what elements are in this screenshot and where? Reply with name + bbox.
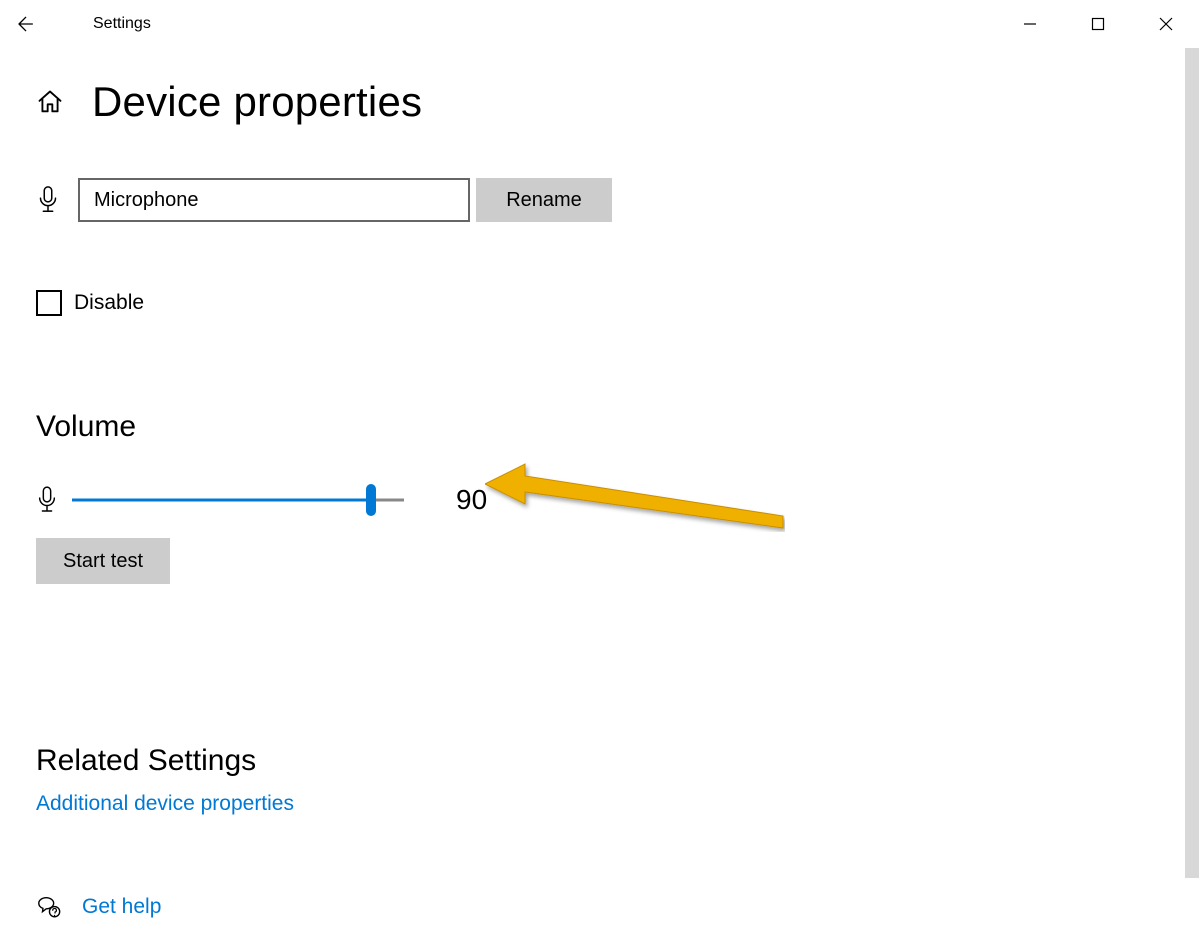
disable-checkbox[interactable] (36, 290, 62, 316)
page-title: Device properties (92, 78, 422, 126)
additional-device-properties-link[interactable]: Additional device properties (36, 792, 294, 816)
maximize-icon (1091, 17, 1105, 31)
close-button[interactable] (1132, 0, 1200, 48)
slider-thumb[interactable] (366, 484, 376, 516)
get-help-row: Get help (36, 894, 1200, 920)
maximize-button[interactable] (1064, 0, 1132, 48)
home-button[interactable] (36, 88, 64, 116)
device-name-row: Rename (36, 178, 1200, 222)
minimize-icon (1023, 17, 1037, 31)
volume-heading: Volume (36, 410, 1200, 444)
vertical-scrollbar[interactable] (1185, 48, 1199, 878)
slider-fill (72, 499, 371, 502)
device-name-input[interactable] (78, 178, 470, 222)
window-title: Settings (93, 15, 151, 33)
volume-row: 90 (36, 484, 1200, 516)
chat-help-icon (36, 894, 62, 920)
window-controls (996, 0, 1200, 48)
volume-value: 90 (456, 484, 487, 516)
content-area: Rename Disable Volume 90 Start test Rela… (36, 178, 1200, 933)
page-header: Device properties (36, 78, 1200, 126)
minimize-button[interactable] (996, 0, 1064, 48)
back-button[interactable] (0, 0, 48, 48)
microphone-icon (36, 185, 60, 215)
get-help-link[interactable]: Get help (82, 895, 161, 919)
related-settings-heading: Related Settings (36, 744, 1200, 778)
back-arrow-icon (14, 14, 34, 34)
close-icon (1159, 17, 1173, 31)
titlebar: Settings (0, 0, 1200, 48)
start-test-button[interactable]: Start test (36, 538, 170, 584)
rename-button[interactable]: Rename (476, 178, 612, 222)
disable-label: Disable (74, 291, 144, 315)
volume-slider[interactable] (72, 485, 404, 515)
home-icon (36, 88, 64, 116)
microphone-icon (36, 485, 58, 515)
disable-row: Disable (36, 290, 1200, 316)
